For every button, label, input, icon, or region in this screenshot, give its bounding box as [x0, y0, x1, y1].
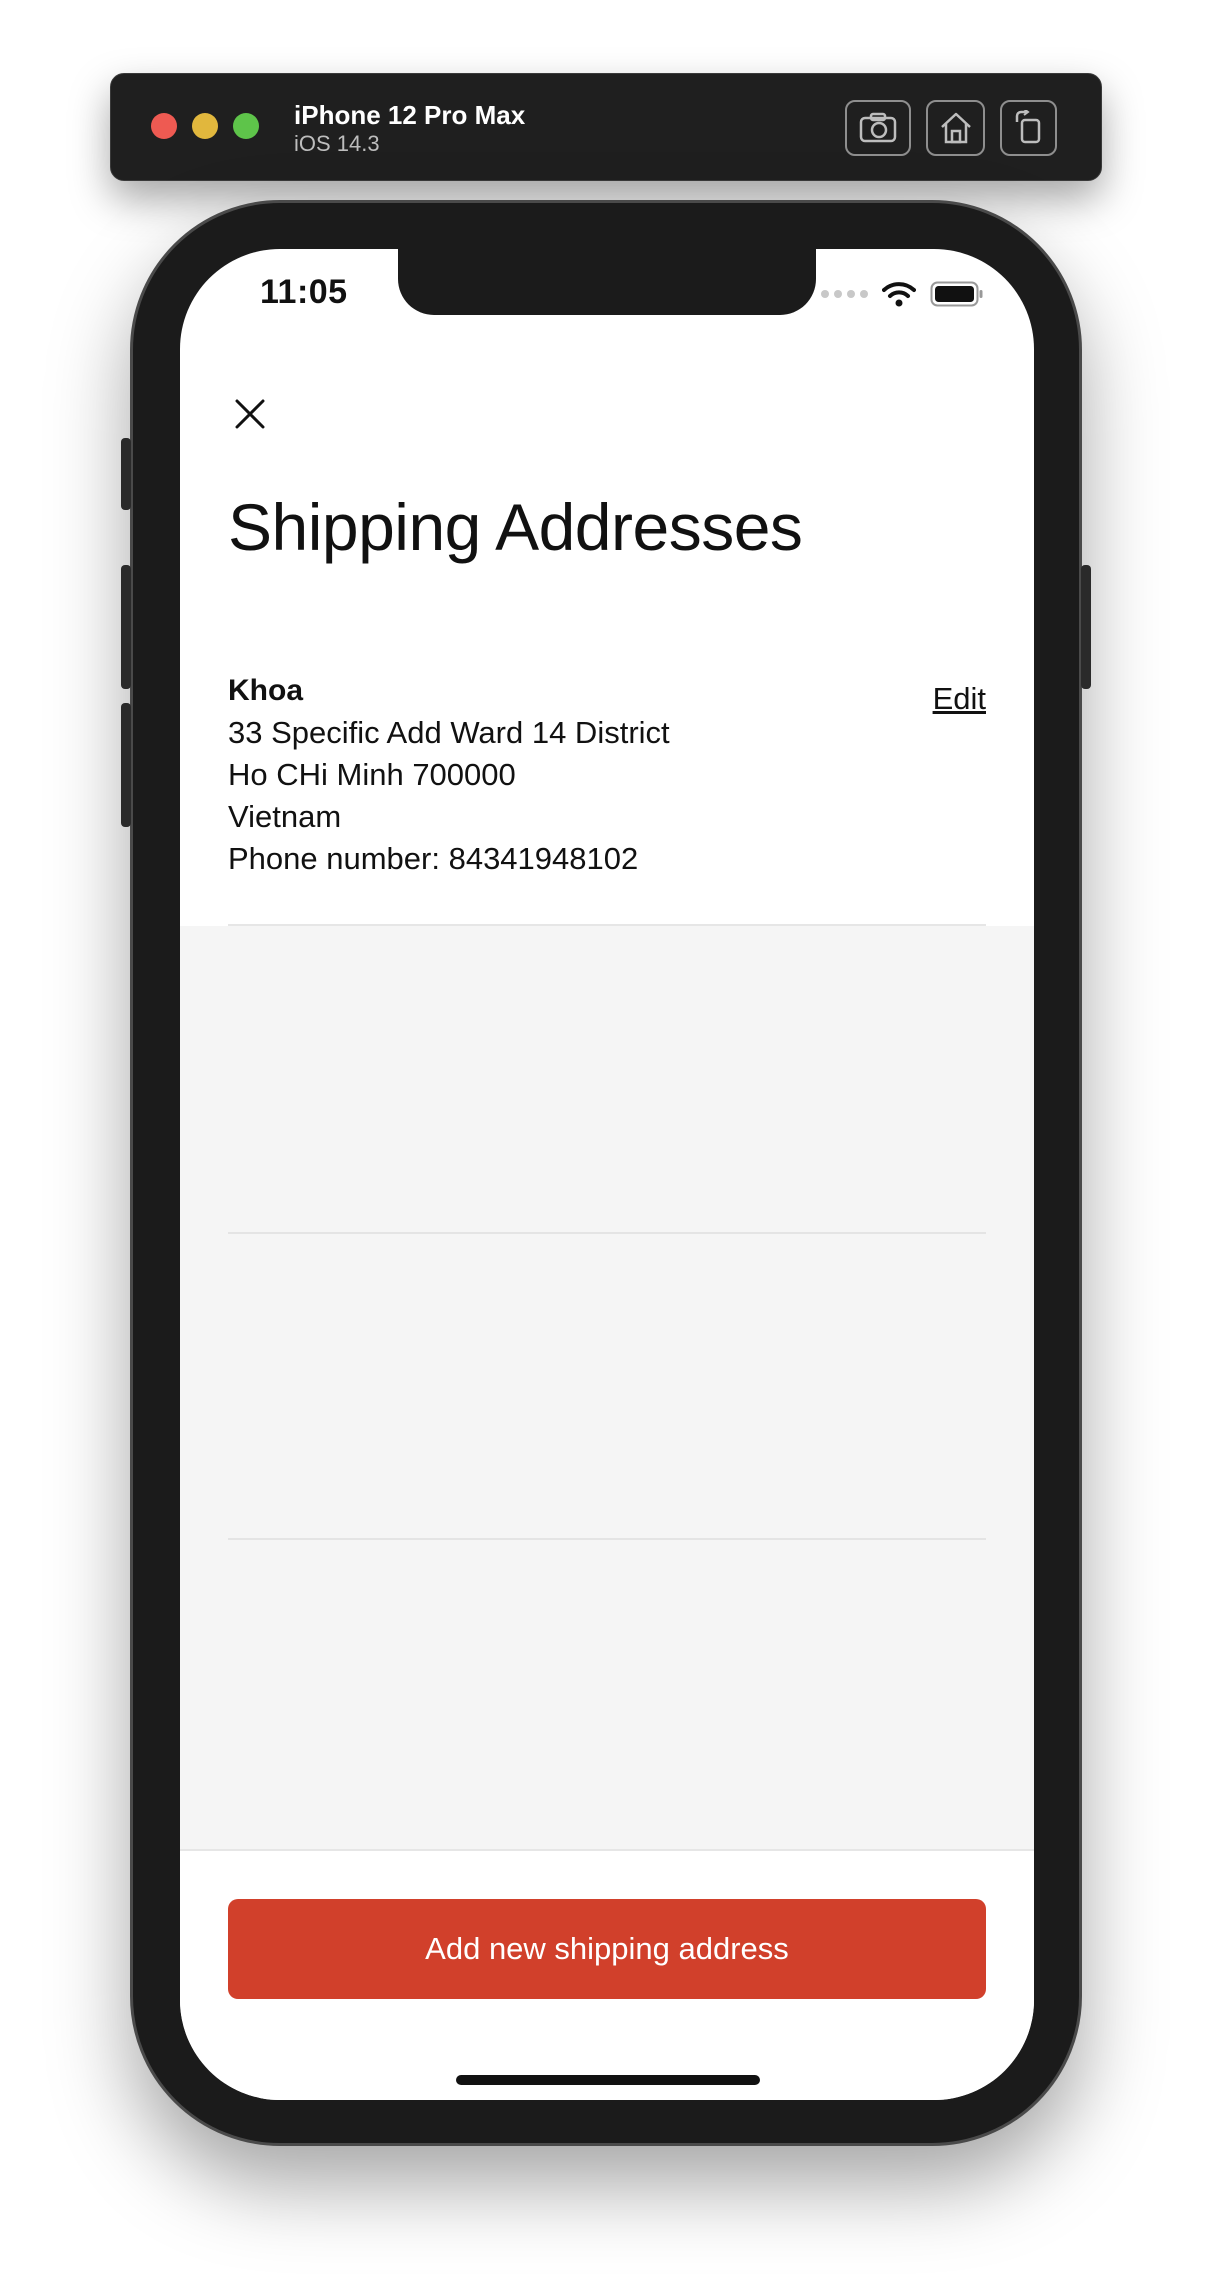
phone-frame: 11:05 Shipping Addresses Khoa 33 Specifi…	[121, 200, 1091, 2146]
home-button[interactable]	[926, 100, 985, 156]
address-city: Ho CHi Minh 700000	[228, 757, 516, 792]
list-separator	[228, 1232, 986, 1234]
address-name: Khoa	[228, 674, 303, 707]
os-version: iOS 14.3	[294, 131, 380, 156]
edit-address-link[interactable]: Edit	[933, 681, 986, 717]
camera-icon	[859, 112, 897, 143]
address-card: Khoa 33 Specific Add Ward 14 District Ho…	[228, 670, 988, 880]
home-icon	[940, 112, 971, 144]
notch	[398, 249, 816, 315]
battery-icon	[930, 281, 983, 307]
rotate-icon	[1015, 110, 1040, 144]
status-time: 11:05	[260, 273, 348, 311]
mute-switch	[121, 438, 131, 510]
close-button[interactable]	[230, 394, 270, 434]
status-icons	[821, 281, 984, 307]
phone-screen: 11:05 Shipping Addresses Khoa 33 Specifi…	[180, 249, 1034, 2100]
rotate-button[interactable]	[1000, 100, 1057, 156]
empty-address-list	[180, 926, 1034, 1849]
address-phone: Phone number: 84341948102	[228, 841, 639, 876]
zoom-window-button[interactable]	[233, 113, 259, 139]
cellular-signal-icon	[821, 290, 868, 298]
home-indicator[interactable]	[456, 2075, 760, 2085]
simulator-title-bar: iPhone 12 Pro Max iOS 14.3	[110, 73, 1102, 181]
power-button	[1081, 565, 1091, 689]
wifi-icon	[882, 282, 916, 307]
page-title: Shipping Addresses	[228, 490, 803, 564]
address-street: 33 Specific Add Ward 14 District	[228, 715, 670, 750]
volume-up-button	[121, 565, 131, 689]
minimize-window-button[interactable]	[192, 113, 218, 139]
device-name: iPhone 12 Pro Max	[294, 100, 526, 130]
close-icon	[235, 399, 265, 429]
add-shipping-address-button[interactable]: Add new shipping address	[228, 1899, 986, 1999]
bottom-action-bar: Add new shipping address	[180, 1849, 1034, 2100]
close-window-button[interactable]	[151, 113, 177, 139]
list-separator	[228, 1538, 986, 1540]
address-country: Vietnam	[228, 799, 342, 834]
volume-down-button	[121, 703, 131, 827]
screenshot-button[interactable]	[845, 100, 911, 156]
